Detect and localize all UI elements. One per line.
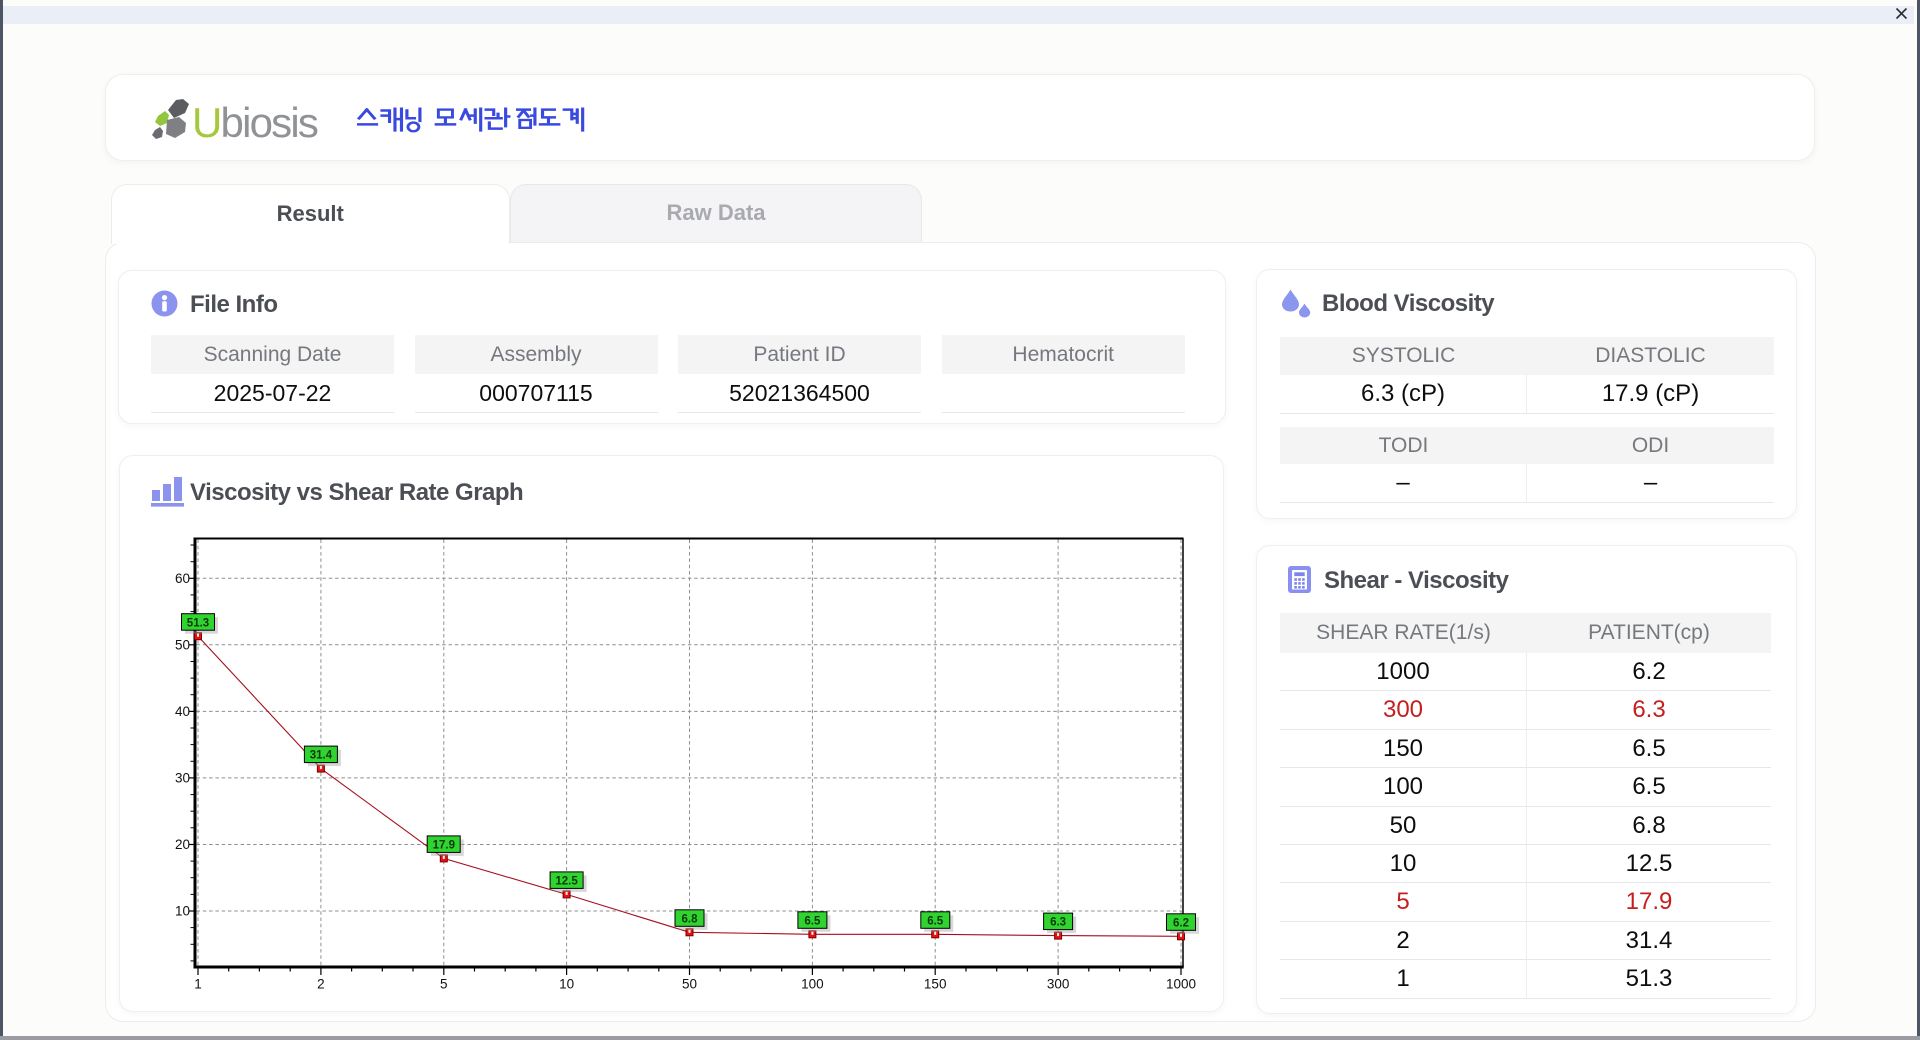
svg-text:10: 10 xyxy=(559,977,574,992)
svg-text:150: 150 xyxy=(924,977,947,992)
svg-text:12.5: 12.5 xyxy=(555,876,578,888)
svg-text:6.3: 6.3 xyxy=(1050,917,1066,929)
svg-text:50: 50 xyxy=(682,977,697,992)
svg-text:20: 20 xyxy=(175,837,190,852)
svg-text:2: 2 xyxy=(317,977,325,992)
svg-text:6.5: 6.5 xyxy=(804,915,821,927)
svg-text:6.2: 6.2 xyxy=(1173,917,1189,929)
svg-text:10: 10 xyxy=(175,904,190,919)
svg-text:50: 50 xyxy=(175,637,190,652)
svg-text:6.8: 6.8 xyxy=(682,913,699,925)
svg-text:60: 60 xyxy=(175,571,190,586)
svg-text:1000: 1000 xyxy=(1166,977,1196,992)
svg-text:40: 40 xyxy=(175,704,190,719)
svg-text:5: 5 xyxy=(440,977,448,992)
svg-text:31.4: 31.4 xyxy=(310,750,333,762)
svg-text:1: 1 xyxy=(194,977,202,992)
svg-text:6.5: 6.5 xyxy=(927,915,944,927)
svg-text:300: 300 xyxy=(1047,977,1070,992)
svg-text:51.3: 51.3 xyxy=(187,617,209,629)
svg-text:100: 100 xyxy=(801,977,824,992)
svg-text:17.9: 17.9 xyxy=(433,840,455,852)
svg-text:30: 30 xyxy=(175,770,190,785)
